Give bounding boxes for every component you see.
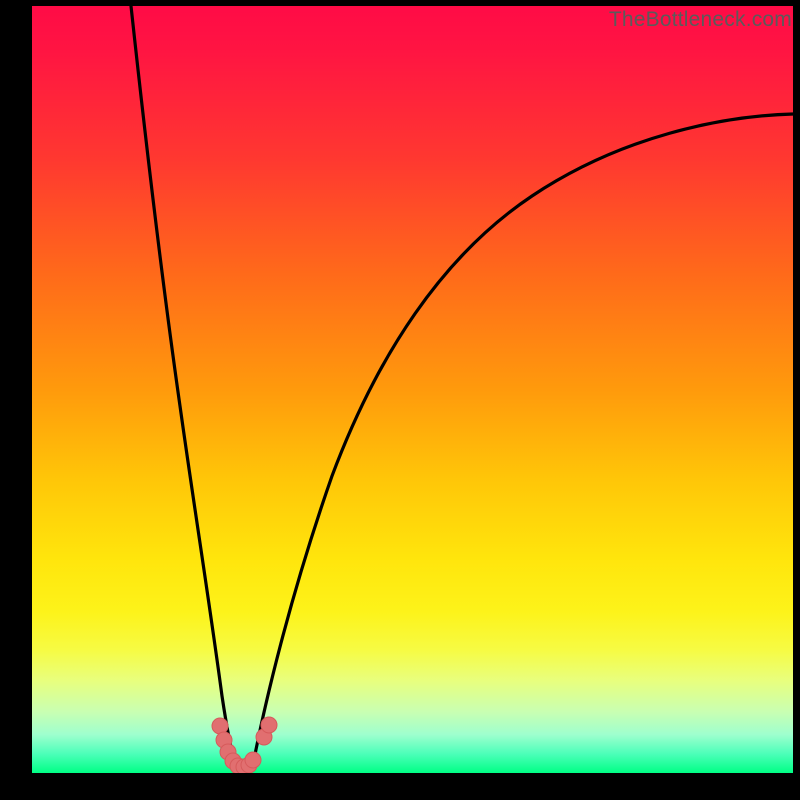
left-falling-curve xyxy=(131,6,238,771)
chart-frame xyxy=(32,6,793,773)
watermark-text: TheBottleneck.com xyxy=(609,8,792,32)
right-rising-curve xyxy=(252,114,793,770)
chart-plot-area xyxy=(32,6,793,773)
bottom-marker-cluster xyxy=(212,717,277,773)
